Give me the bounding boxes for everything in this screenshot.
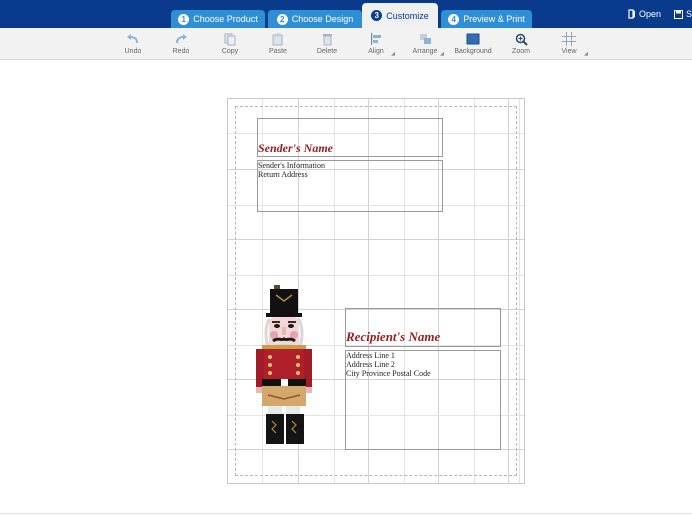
open-button[interactable]: Open bbox=[628, 9, 661, 19]
tab-label: Choose Design bbox=[291, 14, 354, 24]
tab-label: Choose Product bbox=[193, 14, 258, 24]
save-label: Sa bbox=[686, 9, 692, 19]
dropdown-caret-icon: ◢ bbox=[440, 51, 444, 57]
copy-button[interactable]: Copy bbox=[207, 31, 253, 59]
step-number: 4 bbox=[448, 13, 460, 25]
trash-icon bbox=[322, 33, 332, 45]
step-number: 2 bbox=[276, 13, 288, 25]
recipient-address-box[interactable]: Address Line 1 Address Line 2 City Provi… bbox=[345, 350, 501, 450]
edit-toolbar: Undo Redo Copy Paste Delete Align ◢ Arra… bbox=[0, 28, 692, 60]
view-label: View bbox=[561, 48, 577, 55]
grid-line bbox=[519, 99, 520, 483]
background-icon bbox=[466, 33, 480, 45]
arrange-button[interactable]: Arrange ◢ bbox=[402, 31, 448, 59]
paste-button[interactable]: Paste bbox=[255, 31, 301, 59]
tab-choose-design[interactable]: 2 Choose Design bbox=[268, 10, 362, 28]
step-number: 3 bbox=[371, 10, 383, 21]
sender-name-box[interactable]: Sender's Name bbox=[257, 118, 443, 157]
recipient-address-line: Address Line 1 bbox=[346, 351, 395, 360]
align-icon bbox=[370, 33, 381, 45]
nutcracker-illustration[interactable] bbox=[256, 283, 328, 451]
tab-preview-print[interactable]: 4 Preview & Print bbox=[441, 10, 532, 28]
footer-divider bbox=[0, 513, 692, 514]
zoom-label: Zoom bbox=[512, 48, 530, 55]
grid-view-icon bbox=[562, 32, 576, 46]
redo-button[interactable]: Redo bbox=[158, 31, 204, 59]
dropdown-caret-icon: ◢ bbox=[391, 51, 395, 57]
tab-label: Customize bbox=[386, 10, 429, 21]
tab-label: Preview & Print bbox=[463, 14, 525, 24]
open-label: Open bbox=[639, 9, 662, 19]
tab-choose-product[interactable]: 1 Choose Product bbox=[171, 10, 265, 28]
paste-icon bbox=[272, 33, 283, 45]
copy-label: Copy bbox=[221, 48, 239, 55]
align-button[interactable]: Align ◢ bbox=[353, 31, 399, 59]
paste-label: Paste bbox=[269, 48, 287, 55]
zoom-button[interactable]: Zoom bbox=[498, 31, 544, 59]
step-number: 1 bbox=[178, 13, 190, 25]
arrange-label: Arrange bbox=[412, 48, 438, 55]
sender-info-line: Return Address bbox=[258, 170, 308, 179]
zoom-icon bbox=[515, 33, 528, 46]
undo-label: Undo bbox=[124, 48, 142, 55]
sender-info-line: Sender's Information bbox=[258, 161, 325, 170]
undo-icon bbox=[127, 34, 138, 44]
undo-button[interactable]: Undo bbox=[110, 31, 156, 59]
tab-customize[interactable]: 3 Customize bbox=[362, 3, 438, 28]
recipient-address-line: City Province Postal Code bbox=[346, 369, 431, 378]
top-header-bar: 1 Choose Product 2 Choose Design 3 Custo… bbox=[0, 0, 692, 28]
save-icon bbox=[674, 9, 683, 19]
background-button[interactable]: Background bbox=[450, 31, 496, 59]
sender-name-text[interactable]: Sender's Name bbox=[258, 141, 333, 156]
background-label: Background bbox=[454, 48, 492, 55]
delete-button[interactable]: Delete bbox=[304, 31, 350, 59]
redo-icon bbox=[176, 34, 187, 44]
sender-info-box[interactable]: Sender's Information Return Address bbox=[257, 160, 443, 212]
open-file-icon bbox=[628, 9, 635, 19]
arrange-icon bbox=[419, 34, 431, 44]
view-button[interactable]: View ◢ bbox=[546, 31, 592, 59]
save-button[interactable]: Sa bbox=[674, 9, 692, 19]
dropdown-caret-icon: ◢ bbox=[584, 51, 588, 57]
copy-icon bbox=[224, 33, 236, 45]
redo-label: Redo bbox=[172, 48, 190, 55]
recipient-name-text[interactable]: Recipient's Name bbox=[346, 329, 440, 345]
recipient-name-box[interactable]: Recipient's Name bbox=[345, 308, 501, 347]
envelope-canvas[interactable]: Sender's Name Sender's Information Retur… bbox=[227, 98, 525, 484]
recipient-address-line: Address Line 2 bbox=[346, 360, 395, 369]
delete-label: Delete bbox=[316, 48, 338, 55]
align-label: Align bbox=[368, 48, 384, 55]
